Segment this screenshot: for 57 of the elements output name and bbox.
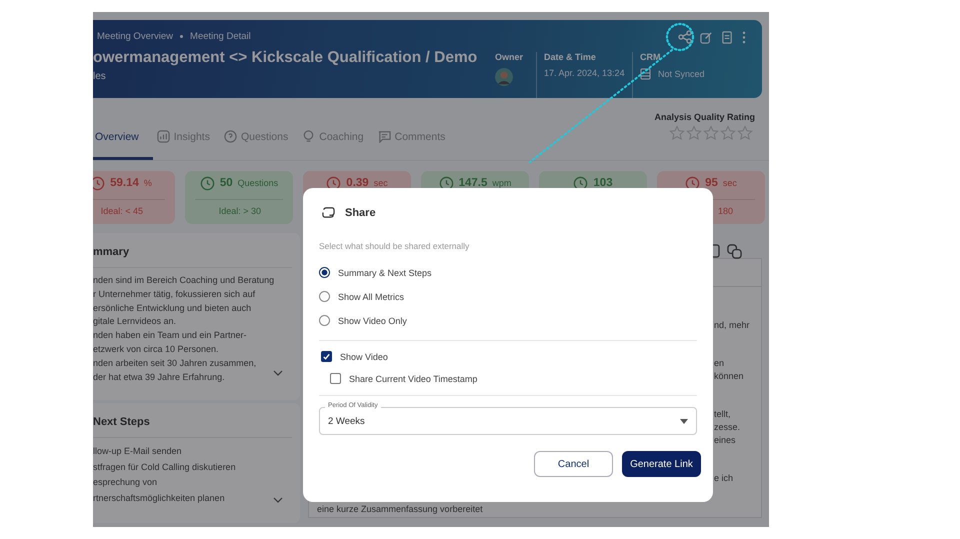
metric-unit: sec — [374, 178, 388, 188]
breadcrumb-link[interactable]: Meeting Overview — [97, 31, 174, 42]
radio-label[interactable]: Show Video Only — [338, 316, 407, 326]
checkbox-label[interactable]: Share Current Video Timestamp — [349, 374, 478, 384]
text-line: e ich — [714, 472, 734, 485]
crm-label: CRM — [640, 52, 662, 62]
summary-line: nden arbeiten seit 30 Jahren zusammen, — [93, 356, 256, 370]
meeting-title: owermanagement <> Kickscale Qualification / Demo — [93, 49, 478, 67]
metric-ideal: 180 — [716, 205, 734, 216]
meeting-subtitle: les — [93, 71, 107, 82]
metric-ideal: Ideal: > 30 — [218, 205, 262, 216]
metric-value: 59.14 — [110, 177, 139, 189]
generate-link-button[interactable]: Generate Link — [622, 451, 701, 477]
text-line: eine kurze Zusammenfassung vorbereitet — [316, 503, 484, 515]
rating-label: Analysis Quality Rating — [654, 112, 755, 122]
next-step-line: llow-up E-Mail senden — [93, 445, 182, 458]
period-select[interactable]: 2 Weeks — [319, 407, 697, 435]
next-steps-heading: Next Steps — [93, 403, 292, 438]
metric-value: 95 — [705, 177, 718, 189]
text-line: en — [714, 357, 726, 370]
summary-line: etzwerk von circa 10 Personen. — [93, 342, 219, 356]
next-step-line: esprechung von — [93, 476, 158, 489]
metric-ideal: Ideal: < 45 — [100, 205, 144, 216]
summary-line: der hat etwa 39 Jahre Erfahrung. — [93, 370, 225, 384]
metric-value: 50 — [220, 177, 233, 189]
text-line: nd, mehr — [714, 319, 751, 332]
tab[interactable]: Overview — [93, 131, 153, 160]
summary-line: ersönliche Entwicklung und bieten auch — [93, 302, 252, 315]
summary-line: nden haben ein Team und ein Partner- — [93, 329, 246, 342]
next-step-line: stfragen für Cold Calling diskutieren — [93, 460, 236, 474]
summary-line: nden sind im Bereich Coaching und Beratung — [93, 274, 274, 287]
summary-line: gitale Lernvideos an. — [93, 315, 176, 328]
metric-unit: % — [144, 178, 152, 188]
summary-line: r Unternehmer tätig, fokussieren sich auf — [93, 288, 256, 301]
checkbox-label[interactable]: Show Video — [340, 352, 388, 362]
text-line: können — [714, 370, 745, 383]
metric-value: 0.39 — [346, 177, 369, 189]
dialog-title: Share — [345, 206, 376, 218]
dialog-prompt: Select what should be shared externally — [319, 241, 470, 251]
owner-label: Owner — [495, 52, 524, 62]
metric-unit: sec — [722, 178, 737, 188]
cancel-button[interactable]: Cancel — [534, 451, 613, 477]
text-line: zesse. — [714, 421, 742, 434]
crm-status: Not Synced — [658, 69, 705, 79]
summary-heading: mmary — [93, 233, 292, 268]
metric-unit: Questions — [238, 178, 278, 188]
metric-value: 147.5 — [458, 177, 488, 189]
radio-label[interactable]: Summary & Next Steps — [338, 268, 432, 278]
breadcrumb-link[interactable]: Meeting Detail — [190, 31, 251, 42]
next-step-line: rtnerschaftsmöglichkeiten planen — [93, 492, 225, 505]
text-line: tellt, — [714, 408, 732, 421]
metric-unit: wpm — [492, 178, 512, 188]
date-label: Date & Time — [544, 52, 597, 62]
metric-value: 103 — [593, 177, 613, 189]
meeting-date: 17. Apr. 2024, 13:24 — [544, 68, 625, 78]
text-line: eines — [714, 434, 737, 447]
radio-label[interactable]: Show All Metrics — [338, 292, 404, 302]
